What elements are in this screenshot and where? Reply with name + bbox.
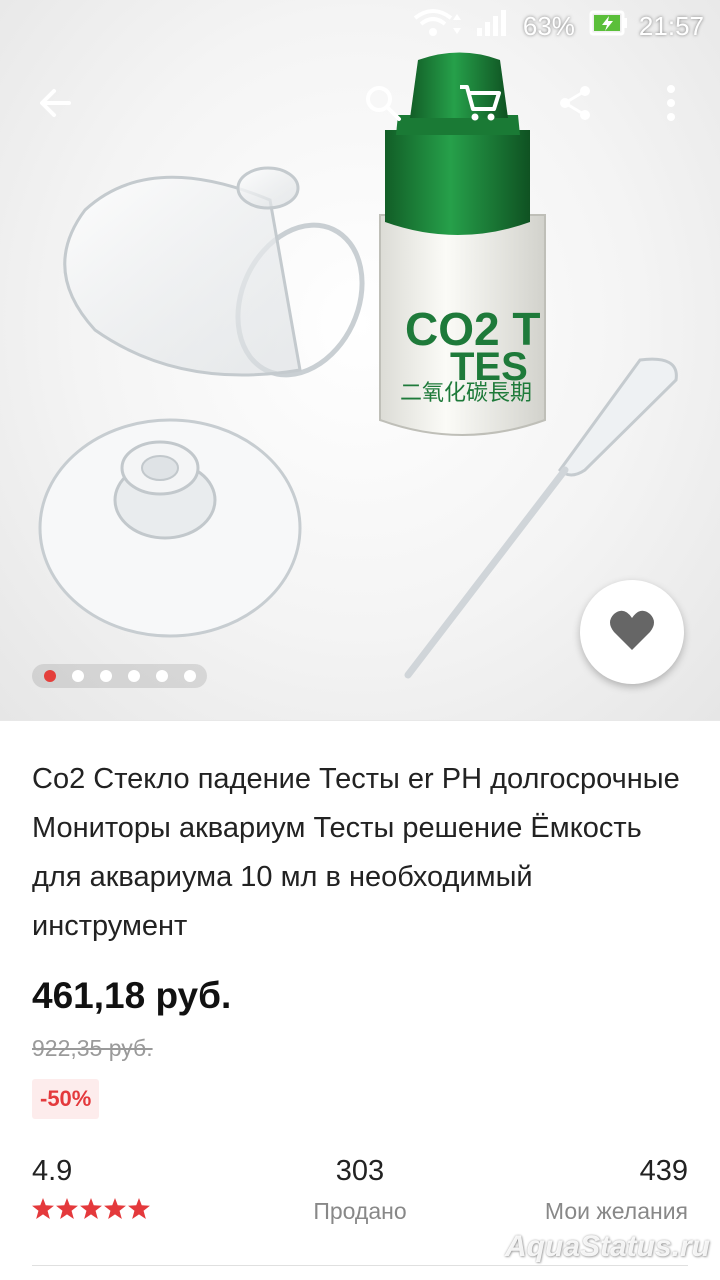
more-options-button[interactable]	[636, 60, 706, 150]
product-image-gallery[interactable]: CO2 T TES 二氧化碳長期 63% 21:57	[0, 0, 720, 720]
clock: 21:57	[638, 10, 704, 41]
share-button[interactable]	[540, 60, 610, 150]
wishlist-count: 439	[639, 1155, 688, 1187]
pager-dot[interactable]	[72, 670, 84, 682]
cart-icon	[458, 81, 502, 130]
battery-charging-icon	[589, 8, 629, 45]
app-toolbar	[0, 60, 720, 150]
pager-dot[interactable]	[44, 670, 56, 682]
pager-dot[interactable]	[184, 670, 196, 682]
battery-percent: 63%	[522, 10, 575, 41]
search-button[interactable]	[348, 60, 418, 150]
watermark: AquaStatus.ru	[504, 1230, 710, 1263]
more-vert-icon	[665, 83, 677, 128]
rating-value: 4.9	[32, 1155, 73, 1187]
wishlist-label: Мои желания	[544, 1198, 688, 1224]
discount-badge: -50%	[32, 1079, 100, 1119]
star-icon	[80, 1198, 102, 1219]
star-icon	[32, 1198, 54, 1219]
rating-block[interactable]: 4.9	[32, 1155, 150, 1219]
star-icon	[104, 1198, 126, 1219]
pager-dot[interactable]	[100, 670, 112, 682]
status-bar: 63% 21:57	[0, 0, 720, 52]
star-icon	[128, 1198, 150, 1219]
pager-dot[interactable]	[128, 670, 140, 682]
search-icon	[363, 83, 403, 128]
rating-stars	[32, 1198, 150, 1219]
current-price: 461,18 руб.	[32, 975, 232, 1016]
add-to-wishlist-button[interactable]	[580, 580, 684, 684]
wishlist-count-block[interactable]: 439 Мои желания	[545, 1155, 688, 1225]
product-screen: CO2 T TES 二氧化碳長期 63% 21:57 Co2 Стекло па…	[0, 0, 720, 1280]
suction-cup	[38, 418, 302, 638]
heart-icon	[608, 608, 656, 657]
wifi-icon	[413, 8, 465, 45]
share-icon	[555, 83, 595, 128]
original-price: 922,35 руб.	[32, 1035, 153, 1061]
glass-drop-checker	[63, 166, 365, 378]
back-arrow-icon	[35, 83, 75, 128]
star-icon	[56, 1198, 78, 1219]
product-title: Co2 Стекло падение Тесты er PH долгосроч…	[32, 763, 680, 942]
sold-block: 303 Продано	[310, 1155, 410, 1225]
back-button[interactable]	[20, 60, 90, 150]
sold-label: Продано	[313, 1198, 407, 1224]
signal-icon	[475, 8, 509, 45]
product-details: Co2 Стекло падение Тесты er PH долгосроч…	[0, 720, 720, 1280]
pager-dot[interactable]	[156, 670, 168, 682]
divider	[32, 1265, 688, 1266]
bottle-label-text-3: 二氧化碳長期	[400, 381, 532, 406]
sold-count: 303	[335, 1155, 385, 1187]
cart-button[interactable]	[445, 60, 515, 150]
gallery-pager	[32, 664, 207, 688]
